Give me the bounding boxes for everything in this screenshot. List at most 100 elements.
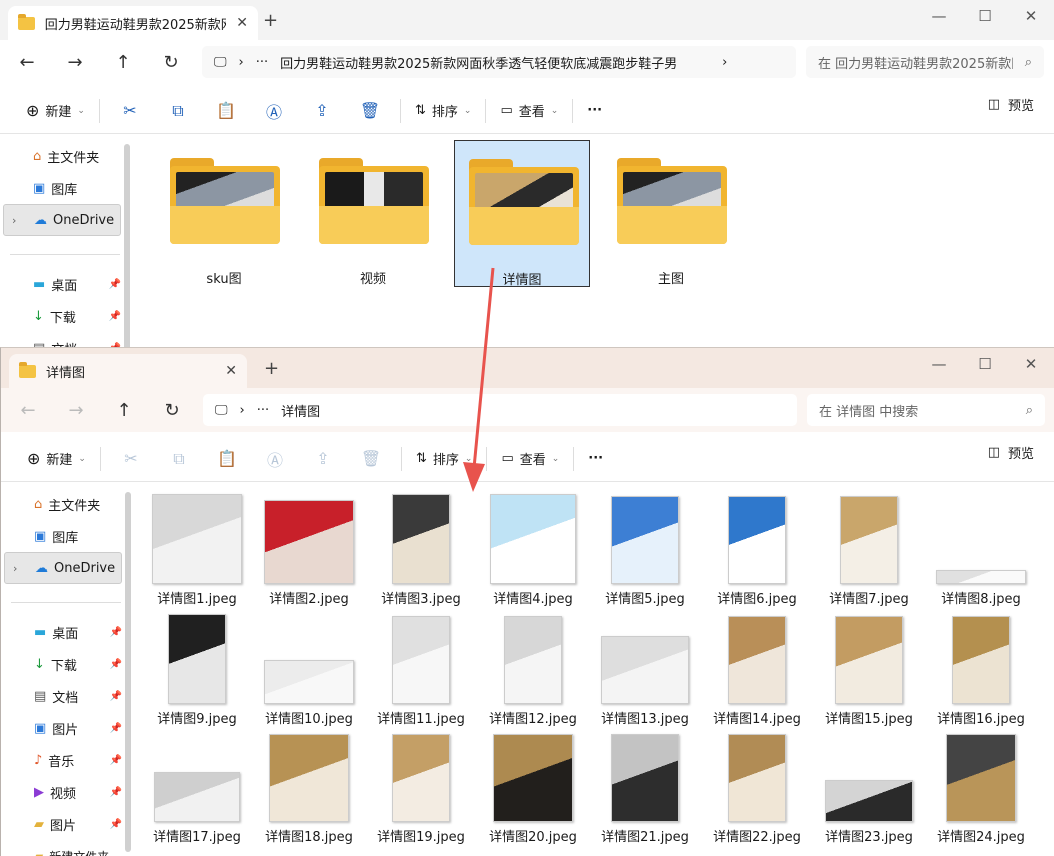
sidebar-item-downloads[interactable]: ↓ 下载 📌	[1, 648, 126, 680]
sidebar-item-new-folder[interactable]: ▰ 新建文件夹	[1, 840, 126, 856]
chevron-right-icon[interactable]: ›	[722, 55, 727, 70]
pin-icon[interactable]: 📌	[110, 723, 122, 734]
search-icon[interactable]: ⌕	[1026, 403, 1033, 418]
sidebar-item-gallery[interactable]: ▣ 图库	[1, 520, 126, 552]
chevron-right-icon[interactable]: ›	[13, 562, 17, 575]
file-item[interactable]: 详情图16.jpeg	[925, 614, 1037, 727]
file-item[interactable]: 详情图13.jpeg	[589, 614, 701, 727]
sidebar-item-gallery[interactable]: ▣ 图库	[0, 172, 125, 204]
new-button[interactable]: ⊕ 新建 ⌄	[19, 443, 94, 475]
file-item[interactable]: 详情图19.jpeg	[365, 732, 477, 845]
file-item[interactable]: 详情图8.jpeg	[925, 494, 1037, 607]
view-button[interactable]: ▭ 查看 ⌄	[492, 95, 566, 127]
refresh-button[interactable]: ↻	[147, 52, 195, 73]
file-item[interactable]: 详情图6.jpeg	[701, 494, 813, 607]
file-item[interactable]: 详情图4.jpeg	[477, 494, 589, 607]
address-more[interactable]: ···	[256, 55, 268, 70]
search-box[interactable]: 在 详情图 中搜索 ⌕	[807, 394, 1045, 426]
sidebar-item-pictures[interactable]: ▣ 图片 📌	[1, 712, 126, 744]
file-item[interactable]: 详情图20.jpeg	[477, 732, 589, 845]
minimize-button[interactable]: —	[916, 348, 962, 380]
rename-button[interactable]: Ⓐ	[250, 95, 298, 127]
tab-parent-folder[interactable]: 回力男鞋运动鞋男款2025新款网面秋季透气轻便软底减震跑步鞋子男 ✕	[8, 6, 258, 40]
chevron-right-icon[interactable]: ›	[239, 55, 244, 70]
folder-sku[interactable]: sku图	[156, 140, 292, 287]
sidebar-item-home[interactable]: ⌂ 主文件夹	[1, 488, 126, 520]
address-more[interactable]: ···	[257, 403, 269, 418]
close-tab-icon[interactable]: ✕	[225, 363, 237, 379]
pin-icon[interactable]: 📌	[109, 279, 121, 290]
back-button[interactable]: ←	[3, 52, 51, 73]
address-path[interactable]: 详情图	[281, 401, 320, 420]
search-placeholder[interactable]: 在 详情图 中搜索	[819, 401, 1014, 420]
sort-button[interactable]: ⇅ 排序 ⌄	[407, 95, 479, 127]
sidebar-item-music[interactable]: ♪ 音乐 📌	[1, 744, 126, 776]
pin-icon[interactable]: 📌	[110, 659, 122, 670]
cut-button[interactable]: ✂	[107, 443, 155, 475]
sidebar-item-documents[interactable]: ▤ 文档 📌	[1, 680, 126, 712]
sidebar-item-onedrive[interactable]: › ☁ OneDrive	[3, 204, 121, 236]
address-bar[interactable]: 🖵 › ··· 详情图	[203, 394, 797, 426]
sidebar-item-onedrive[interactable]: › ☁ OneDrive	[4, 552, 122, 584]
copy-button[interactable]: ⧉	[155, 443, 203, 475]
pin-icon[interactable]: 📌	[110, 691, 122, 702]
sidebar-item-videos[interactable]: ▶ 视频 📌	[1, 776, 126, 808]
new-button[interactable]: ⊕ 新建 ⌄	[18, 95, 93, 127]
preview-button[interactable]: ◫ 预览	[988, 443, 1034, 462]
sort-button[interactable]: ⇅ 排序 ⌄	[408, 443, 480, 475]
sidebar-item-pictures-folder[interactable]: ▰ 图片 📌	[1, 808, 126, 840]
file-item[interactable]: 详情图15.jpeg	[813, 614, 925, 727]
file-item[interactable]: 详情图9.jpeg	[141, 614, 253, 727]
address-path[interactable]: 回力男鞋运动鞋男款2025新款网面秋季透气轻便软底减震跑步鞋子男	[280, 53, 710, 72]
file-item[interactable]: 详情图7.jpeg	[813, 494, 925, 607]
rename-button[interactable]: Ⓐ	[251, 443, 299, 475]
close-window-button[interactable]: ✕	[1008, 348, 1054, 380]
sidebar-item-downloads[interactable]: ↓ 下载 📌	[0, 300, 125, 332]
folder-main-images[interactable]: 主图	[603, 140, 739, 287]
file-item[interactable]: 详情图2.jpeg	[253, 494, 365, 607]
chevron-right-icon[interactable]: ›	[240, 403, 245, 418]
new-tab-button[interactable]: +	[264, 358, 279, 379]
file-item[interactable]: 详情图21.jpeg	[589, 732, 701, 845]
file-item[interactable]: 详情图5.jpeg	[589, 494, 701, 607]
file-item[interactable]: 详情图23.jpeg	[813, 732, 925, 845]
preview-button[interactable]: ◫ 预览	[988, 95, 1034, 114]
delete-button[interactable]: 🗑	[346, 95, 394, 127]
back-button[interactable]: ←	[4, 400, 52, 421]
paste-button[interactable]: 📋	[202, 95, 250, 127]
up-button[interactable]: ↑	[99, 52, 147, 73]
folder-detail-images[interactable]: 详情图	[454, 140, 590, 288]
up-button[interactable]: ↑	[100, 400, 148, 421]
copy-button[interactable]: ⧉	[154, 95, 202, 127]
folder-video[interactable]: 视频	[305, 140, 441, 287]
search-placeholder[interactable]: 在 回力男鞋运动鞋男款2025新款网面秋季透气轻便软底减震跑步鞋子男 中搜索	[818, 53, 1013, 72]
file-item[interactable]: 详情图11.jpeg	[365, 614, 477, 727]
close-window-button[interactable]: ✕	[1008, 0, 1054, 32]
pin-icon[interactable]: 📌	[110, 755, 122, 766]
new-tab-button[interactable]: +	[263, 10, 278, 31]
maximize-button[interactable]: ☐	[962, 348, 1008, 380]
file-item[interactable]: 详情图3.jpeg	[365, 494, 477, 607]
pin-icon[interactable]: 📌	[110, 819, 122, 830]
file-item[interactable]: 详情图17.jpeg	[141, 732, 253, 845]
share-button[interactable]: ⇪	[299, 443, 347, 475]
share-button[interactable]: ⇪	[298, 95, 346, 127]
minimize-button[interactable]: —	[916, 0, 962, 32]
sidebar-item-desktop[interactable]: ▬ 桌面 📌	[1, 616, 126, 648]
file-item[interactable]: 详情图22.jpeg	[701, 732, 813, 845]
sidebar-item-desktop[interactable]: ▬ 桌面 📌	[0, 268, 125, 300]
maximize-button[interactable]: ☐	[962, 0, 1008, 32]
address-bar[interactable]: 🖵 › ··· 回力男鞋运动鞋男款2025新款网面秋季透气轻便软底减震跑步鞋子男…	[202, 46, 796, 78]
forward-button[interactable]: →	[51, 52, 99, 73]
pin-icon[interactable]: 📌	[110, 787, 122, 798]
delete-button[interactable]: 🗑	[347, 443, 395, 475]
paste-button[interactable]: 📋	[203, 443, 251, 475]
tab-detail-images[interactable]: 详情图 ✕	[9, 354, 247, 388]
file-item[interactable]: 详情图18.jpeg	[253, 732, 365, 845]
sidebar-item-home[interactable]: ⌂ 主文件夹	[0, 140, 125, 172]
file-item[interactable]: 详情图14.jpeg	[701, 614, 813, 727]
pin-icon[interactable]: 📌	[109, 311, 121, 322]
file-item[interactable]: 详情图12.jpeg	[477, 614, 589, 727]
file-item[interactable]: 详情图1.jpeg	[141, 494, 253, 607]
close-tab-icon[interactable]: ✕	[236, 15, 248, 31]
